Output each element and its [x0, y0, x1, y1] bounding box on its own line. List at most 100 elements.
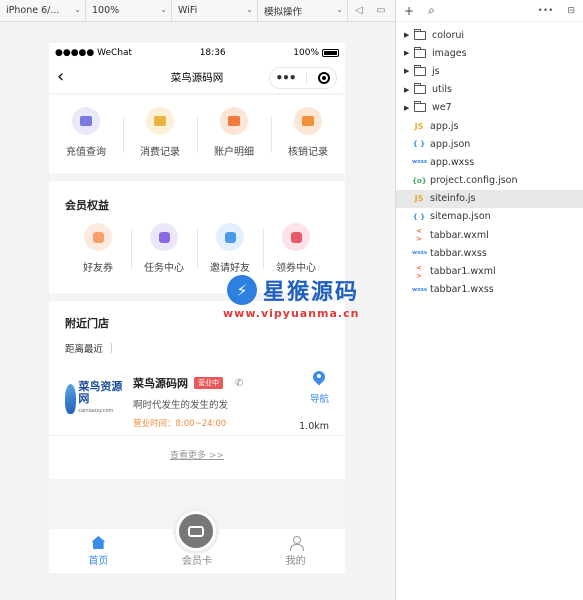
store-desc: 啊时代发生的发生的发 — [133, 400, 229, 411]
sort-option[interactable]: 距离最近 — [65, 341, 103, 355]
file-explorer: + ⌕ ••• ⊟ ▶ colorui ▶ images ▶ js ▶ utils ▶ we7 JS… — [395, 0, 583, 600]
file-row[interactable]: wxss tabbar.wxss — [396, 244, 583, 262]
member-right-label: 任务中心 — [144, 263, 184, 274]
quick-action-icon — [220, 107, 248, 135]
logo-mark-icon — [65, 384, 77, 414]
chevron-down-icon: ⌄ — [74, 4, 81, 14]
nearby-stores-section: 附近门店 距离最近 菜鸟资源网 cainiaozy.com 菜鸟源码网 营业中 ✆… — [49, 301, 345, 479]
capsule-divider — [306, 72, 308, 84]
zoom-select[interactable]: 100% ⌄ — [86, 0, 172, 22]
folder-row[interactable]: ▶ js — [396, 62, 583, 80]
watermark-logo-icon: ⚡ — [227, 275, 257, 305]
quick-action-item[interactable]: 充值查询 — [49, 107, 123, 158]
user-icon — [289, 536, 304, 551]
folder-icon — [414, 101, 426, 113]
tab-label: 首页 — [88, 556, 109, 567]
battery-text: 100% — [293, 48, 319, 58]
file-row[interactable]: wxss app.wxss — [396, 153, 583, 171]
file-type-icon: { } — [412, 212, 426, 221]
folder-row[interactable]: ▶ images — [396, 44, 583, 62]
file-name: tabbar1.wxml — [430, 266, 496, 278]
navigate-button[interactable]: 导航 — [310, 371, 329, 405]
file-row[interactable]: wxss tabbar1.wxss — [396, 281, 583, 299]
member-right-icon — [84, 223, 112, 251]
tab-home[interactable]: 首页 — [58, 536, 138, 567]
chevron-right-icon: ▶ — [404, 67, 410, 76]
file-name: app.json — [430, 138, 471, 150]
file-name: app.wxss — [430, 156, 475, 168]
folder-name: js — [432, 65, 440, 77]
home-icon — [91, 536, 106, 549]
folder-name: images — [432, 47, 467, 59]
file-type-icon: { } — [412, 140, 426, 149]
window-icon[interactable]: ▭ — [370, 0, 392, 22]
member-right-icon — [216, 223, 244, 251]
member-right-icon — [150, 223, 178, 251]
volume-icon[interactable]: ◁ — [348, 0, 370, 22]
file-type-icon: JS — [414, 121, 424, 131]
folder-icon — [414, 46, 426, 58]
folder-row[interactable]: ▶ utils — [396, 81, 583, 99]
quick-action-icon — [294, 107, 322, 135]
quick-action-item[interactable]: 账户明细 — [197, 107, 271, 158]
network-select[interactable]: WiFi ⌄ — [172, 0, 258, 22]
file-type-icon: wxss — [412, 286, 428, 293]
zoom-select-label: 100% — [92, 5, 120, 16]
sort-divider — [111, 343, 113, 353]
store-info: 菜鸟源码网 营业中 ✆ 啊时代发生的发生的发 营业时间：8:00~24:00 — [133, 375, 243, 429]
member-right-item[interactable]: 邀请好友 — [197, 223, 263, 274]
file-row[interactable]: JS app.js — [396, 117, 583, 135]
file-row[interactable]: {o} project.config.json — [396, 172, 583, 190]
tab-label: 会员卡 — [181, 556, 212, 567]
view-more-link[interactable]: 查看更多 >> — [65, 448, 329, 461]
network-select-label: WiFi — [178, 5, 198, 16]
chevron-down-icon: ⌄ — [336, 4, 343, 14]
quick-action-label: 账户明细 — [214, 147, 254, 158]
close-target-icon[interactable] — [318, 72, 331, 84]
file-type-icon: wxss — [412, 159, 428, 166]
phone-icon[interactable]: ✆ — [235, 378, 243, 389]
nav-bar: ‹ 菜鸟源码网 ••• — [49, 63, 345, 93]
folder-row[interactable]: ▶ we7 — [396, 99, 583, 117]
add-icon[interactable]: + — [404, 4, 414, 18]
more-dots-icon[interactable]: ••• — [275, 71, 296, 85]
store-name: 菜鸟源码网 — [133, 377, 188, 390]
section-title: 会员权益 — [65, 199, 109, 212]
file-row[interactable]: JS siteinfo.js — [396, 189, 583, 208]
store-distance: 1.0km — [299, 421, 329, 432]
chevron-down-icon: ⌄ — [246, 4, 253, 14]
tab-mine[interactable]: 我的 — [256, 536, 336, 567]
mode-select[interactable]: 模拟操作 ⌄ — [258, 0, 348, 22]
device-select[interactable]: iPhone 6/... ⌄ — [0, 0, 86, 22]
quick-action-label: 消费记录 — [140, 147, 180, 158]
file-row[interactable]: < > tabbar.wxml — [396, 226, 583, 244]
clock-text: 18:36 — [199, 48, 226, 58]
file-name: project.config.json — [430, 175, 518, 187]
quick-action-icon — [72, 107, 100, 135]
folder-row[interactable]: ▶ colorui — [396, 26, 583, 44]
member-right-item[interactable]: 好友券 — [65, 223, 131, 274]
chevron-down-icon: ⌄ — [160, 4, 167, 14]
file-name: app.js — [430, 120, 459, 132]
member-right-icon — [282, 223, 310, 251]
file-type-icon: < > — [416, 227, 422, 244]
watermark-title: 星猴源码 — [263, 280, 360, 305]
quick-action-item[interactable]: 核销记录 — [271, 107, 345, 158]
location-pin-icon — [313, 371, 325, 385]
member-card-button[interactable] — [176, 511, 216, 551]
quick-action-item[interactable]: 消费记录 — [123, 107, 197, 158]
divider — [49, 435, 345, 436]
store-item[interactable]: 菜鸟资源网 cainiaozy.com 菜鸟源码网 营业中 ✆ 啊时代发生的发生的… — [65, 371, 329, 435]
member-right-item[interactable]: 领券中心 — [263, 223, 329, 274]
collapse-icon[interactable]: ⊟ — [567, 6, 575, 16]
folder-icon — [414, 83, 426, 95]
more-icon[interactable]: ••• — [538, 6, 554, 16]
store-hours: 营业时间：8:00~24:00 — [133, 419, 227, 429]
file-row[interactable]: < > tabbar1.wxml — [396, 262, 583, 280]
file-row[interactable]: { } sitemap.json — [396, 208, 583, 226]
member-right-item[interactable]: 任务中心 — [131, 223, 197, 274]
logo-subtext: cainiaozy.com — [78, 408, 114, 414]
file-name: siteinfo.js — [430, 193, 476, 205]
file-row[interactable]: { } app.json — [396, 135, 583, 153]
search-icon[interactable]: ⌕ — [428, 3, 435, 18]
